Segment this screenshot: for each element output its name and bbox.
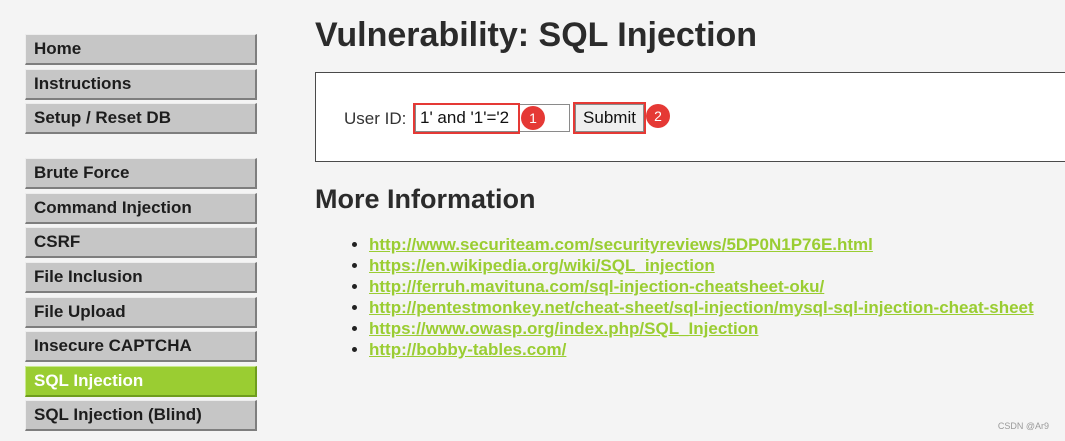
list-item: http://pentestmonkey.net/cheat-sheet/sql… (369, 297, 1034, 318)
menu-item-brute-force[interactable]: Brute Force (25, 158, 257, 190)
menu-item-command-injection[interactable]: Command Injection (25, 192, 257, 224)
menu-item-home[interactable]: Home (25, 34, 257, 65)
more-information-heading: More Information (315, 184, 536, 214)
list-item: http://ferruh.mavituna.com/sql-injection… (369, 276, 1034, 297)
menu-item-setup-reset-db[interactable]: Setup / Reset DB (25, 103, 257, 135)
menu-item-insecure-captcha[interactable]: Insecure CAPTCHA (25, 331, 257, 363)
menu-item-sql-injection[interactable]: SQL Injection (25, 365, 257, 397)
list-item: https://www.owasp.org/index.php/SQL_Inje… (369, 318, 1034, 339)
menu-item-file-inclusion[interactable]: File Inclusion (25, 261, 257, 293)
list-item: https://en.wikipedia.org/wiki/SQL_inject… (369, 255, 1034, 276)
link-securiteam[interactable]: http://www.securiteam.com/securityreview… (369, 235, 873, 254)
more-information-links: http://www.securiteam.com/securityreview… (351, 234, 1034, 360)
watermark: CSDN @Ar9 (997, 421, 1049, 431)
user-id-form: User ID: 1 Submit 2 (315, 72, 1065, 162)
link-wikipedia-sql-injection[interactable]: https://en.wikipedia.org/wiki/SQL_inject… (369, 256, 715, 275)
page-title: Vulnerability: SQL Injection (315, 16, 758, 54)
sidebar-menu: Home Instructions Setup / Reset DB Brute… (25, 34, 257, 435)
menu-item-csrf[interactable]: CSRF (25, 227, 257, 259)
link-pentestmonkey-cheatsheet[interactable]: http://pentestmonkey.net/cheat-sheet/sql… (369, 298, 1034, 317)
list-item: http://www.securiteam.com/securityreview… (369, 234, 1034, 255)
annotation-marker-2: 2 (646, 104, 670, 128)
menu-item-instructions[interactable]: Instructions (25, 68, 257, 100)
user-id-input[interactable] (415, 104, 570, 132)
menu-item-file-upload[interactable]: File Upload (25, 296, 257, 328)
menu-item-sql-injection-blind[interactable]: SQL Injection (Blind) (25, 400, 257, 432)
user-id-label: User ID: (344, 109, 407, 128)
link-ferruh-cheatsheet[interactable]: http://ferruh.mavituna.com/sql-injection… (369, 277, 824, 296)
menu-group-main: Home Instructions Setup / Reset DB (25, 34, 257, 135)
link-owasp-sql-injection[interactable]: https://www.owasp.org/index.php/SQL_Inje… (369, 319, 758, 338)
link-bobby-tables[interactable]: http://bobby-tables.com/ (369, 340, 566, 359)
menu-group-vulnerabilities: Brute Force Command Injection CSRF File … (25, 158, 257, 432)
list-item: http://bobby-tables.com/ (369, 339, 1034, 360)
annotation-marker-1: 1 (521, 106, 545, 130)
submit-button[interactable]: Submit (575, 104, 644, 132)
